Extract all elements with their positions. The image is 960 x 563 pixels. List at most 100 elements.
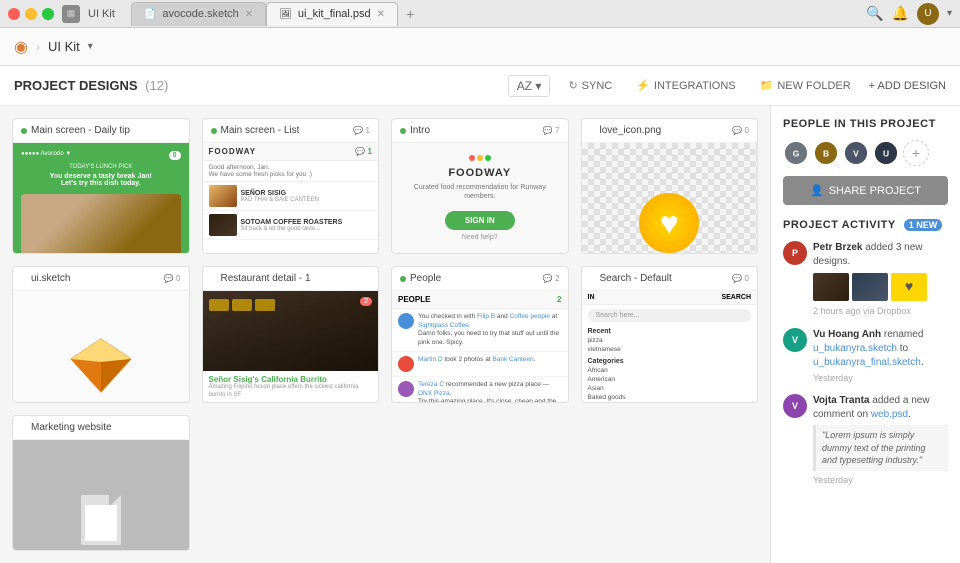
tab-avocode-label: avocode.sketch: [162, 8, 238, 20]
activity-content-3: Vojta Tranta added a new comment on web.…: [813, 394, 948, 486]
activity-link-1[interactable]: u_bukanyra.sketch: [813, 343, 897, 354]
design-card-search[interactable]: Search - Default 💬 0 INSEARCH Search her…: [581, 266, 759, 402]
card-preview: ●●●●● Avocodo ▼ 0 TODAY'S LUNCH PICK You…: [13, 143, 189, 254]
status-dot: [211, 276, 217, 282]
share-project-button[interactable]: 👤 SHARE PROJECT: [783, 176, 948, 205]
activity-link-3[interactable]: web.psd: [871, 409, 908, 420]
card-header: Restaurant detail - 1: [203, 267, 379, 291]
card-label: Marketing website: [31, 422, 112, 433]
integrations-icon: ⚡: [636, 79, 650, 92]
tab-ui-kit[interactable]: 🖼 ui_kit_final.psd ✕: [266, 2, 398, 26]
people-avatars-row: G B V U +: [783, 140, 948, 166]
integrations-button[interactable]: ⚡ INTEGRATIONS: [630, 76, 741, 95]
design-card-ui-sketch[interactable]: ui.sketch 💬 0: [12, 266, 190, 402]
foodway-signin[interactable]: SIGN IN: [445, 211, 515, 230]
card-preview: [13, 291, 189, 402]
card-preview: INSEARCH Search here... Recent pizza vie…: [582, 291, 758, 402]
close-button[interactable]: [8, 8, 20, 20]
status-dot: [590, 128, 596, 134]
folder-icon: 📁: [760, 79, 774, 92]
breadcrumb-dropdown[interactable]: ▾: [88, 41, 93, 52]
activity-item-1: P Petr Brzek added 3 new designs. ♥ 2 ho…: [783, 241, 948, 318]
status-dot: [21, 128, 27, 134]
sub-toolbar: ◉ › UI Kit ▾: [0, 28, 960, 66]
search-icon[interactable]: 🔍: [866, 5, 883, 22]
add-tab-button[interactable]: +: [398, 2, 422, 26]
design-card-love-icon[interactable]: love_icon.png 💬 0 ♥: [581, 118, 759, 254]
status-dot: [21, 276, 27, 282]
app-window: ▦ UI Kit 📄 avocode.sketch ✕ 🖼 ui_kit_fin…: [0, 0, 960, 563]
comment-count: 💬 0: [164, 274, 181, 283]
breadcrumb-text: UI Kit: [48, 39, 80, 54]
minimize-button[interactable]: [25, 8, 37, 20]
activity-item-3: V Vojta Tranta added a new comment on we…: [783, 394, 948, 486]
card-header: love_icon.png 💬 0: [582, 119, 758, 143]
card-label: Search - Default: [600, 273, 672, 284]
foodway-subtitle: Curated food recommendation for Runway m…: [400, 183, 560, 201]
traffic-lights: [8, 8, 54, 20]
activity-avatar-2: V: [783, 328, 807, 352]
card-header: Main screen - Daily tip: [13, 119, 189, 143]
activity-avatar-3: V: [783, 394, 807, 418]
foodway-logo: FOODWAY: [448, 167, 511, 179]
activity-quote: "Lorem ipsum is simply dummy text of the…: [813, 425, 948, 471]
user-avatar[interactable]: U: [917, 3, 939, 25]
design-card-intro[interactable]: Intro 💬 7 FOODWAY Curated food recommend…: [391, 118, 569, 254]
card-header: Search - Default 💬 0: [582, 267, 758, 291]
card-label: Intro: [410, 125, 430, 136]
foodway-help: Need help?: [462, 234, 498, 241]
svg-text:U: U: [883, 148, 889, 158]
add-design-button[interactable]: + ADD DESIGN: [869, 80, 946, 92]
project-title: PROJECT DESIGNS (12): [14, 78, 168, 93]
card-preview: ♥: [582, 143, 758, 254]
tab-avocode[interactable]: 📄 avocode.sketch ✕: [131, 2, 266, 26]
project-header: PROJECT DESIGNS (12) AZ ▾ ↻ SYNC ⚡ INTEG…: [0, 66, 960, 106]
status-dot: [590, 276, 596, 282]
avatar-3: V: [843, 140, 869, 166]
card-label: Restaurant detail - 1: [221, 273, 311, 284]
activity-link-2[interactable]: u_bukanyra_final.sketch: [813, 357, 921, 368]
activity-image-2: [852, 273, 888, 301]
card-header: People 💬 2: [392, 267, 568, 291]
user-dropdown-arrow[interactable]: ▾: [947, 8, 952, 19]
card-label: Main screen - List: [221, 125, 300, 136]
design-card-marketing[interactable]: Marketing website: [12, 415, 190, 551]
tab-bar: 📄 avocode.sketch ✕ 🖼 ui_kit_final.psd ✕ …: [131, 2, 422, 26]
tab-ui-kit-close[interactable]: ✕: [377, 9, 385, 20]
svg-text:V: V: [853, 148, 859, 158]
activity-header: PROJECT ACTIVITY 1 NEW: [783, 219, 948, 231]
title-bar: ▦ UI Kit 📄 avocode.sketch ✕ 🖼 ui_kit_fin…: [0, 0, 960, 28]
card-label: Main screen - Daily tip: [31, 125, 130, 136]
design-card-people[interactable]: People 💬 2 PEOPLE 2 You checked in with …: [391, 266, 569, 402]
card-label: People: [410, 273, 441, 284]
activity-image-1: [813, 273, 849, 301]
tab-avocode-close[interactable]: ✕: [245, 9, 253, 20]
app-icon: ▦: [62, 5, 80, 23]
new-folder-button[interactable]: 📁 NEW FOLDER: [754, 76, 857, 95]
notifications-icon[interactable]: 🔔: [892, 5, 909, 22]
content-wrapper: Main screen - Daily tip ●●●●● Avocodo ▼ …: [0, 106, 960, 563]
card-header: Marketing website: [13, 416, 189, 440]
add-person-button[interactable]: +: [903, 140, 929, 166]
maximize-button[interactable]: [42, 8, 54, 20]
app-name-label: UI Kit: [88, 8, 115, 20]
new-badge: 1 NEW: [904, 219, 943, 231]
design-card-restaurant[interactable]: Restaurant detail - 1 2 Señor Sisig's Ca…: [202, 266, 380, 402]
status-dot: [211, 128, 217, 134]
designs-grid: Main screen - Daily tip ●●●●● Avocodo ▼ …: [0, 106, 770, 563]
sort-button[interactable]: AZ ▾: [508, 75, 551, 97]
activity-item-2: V Vu Hoang Anh renamed u_bukanyra.sketch…: [783, 328, 948, 385]
activity-avatar-1: P: [783, 241, 807, 265]
card-preview: PEOPLE 2 You checked in with Filip B and…: [392, 291, 568, 402]
card-preview: [13, 440, 189, 551]
card-header: Intro 💬 7: [392, 119, 568, 143]
activity-image-3: ♥: [891, 273, 927, 301]
design-card-list[interactable]: Main screen - List 💬 1 FOODWAY 💬 1 Good …: [202, 118, 380, 254]
card-header: Main screen - List 💬 1: [203, 119, 379, 143]
comment-count: 💬 0: [732, 274, 749, 283]
design-card-daily-tip[interactable]: Main screen - Daily tip ●●●●● Avocodo ▼ …: [12, 118, 190, 254]
activity-content-1: Petr Brzek added 3 new designs. ♥ 2 hour…: [813, 241, 948, 318]
comment-count: 💬 7: [543, 126, 560, 135]
activity-images: ♥: [813, 273, 948, 301]
sync-button[interactable]: ↻ SYNC: [562, 76, 618, 95]
